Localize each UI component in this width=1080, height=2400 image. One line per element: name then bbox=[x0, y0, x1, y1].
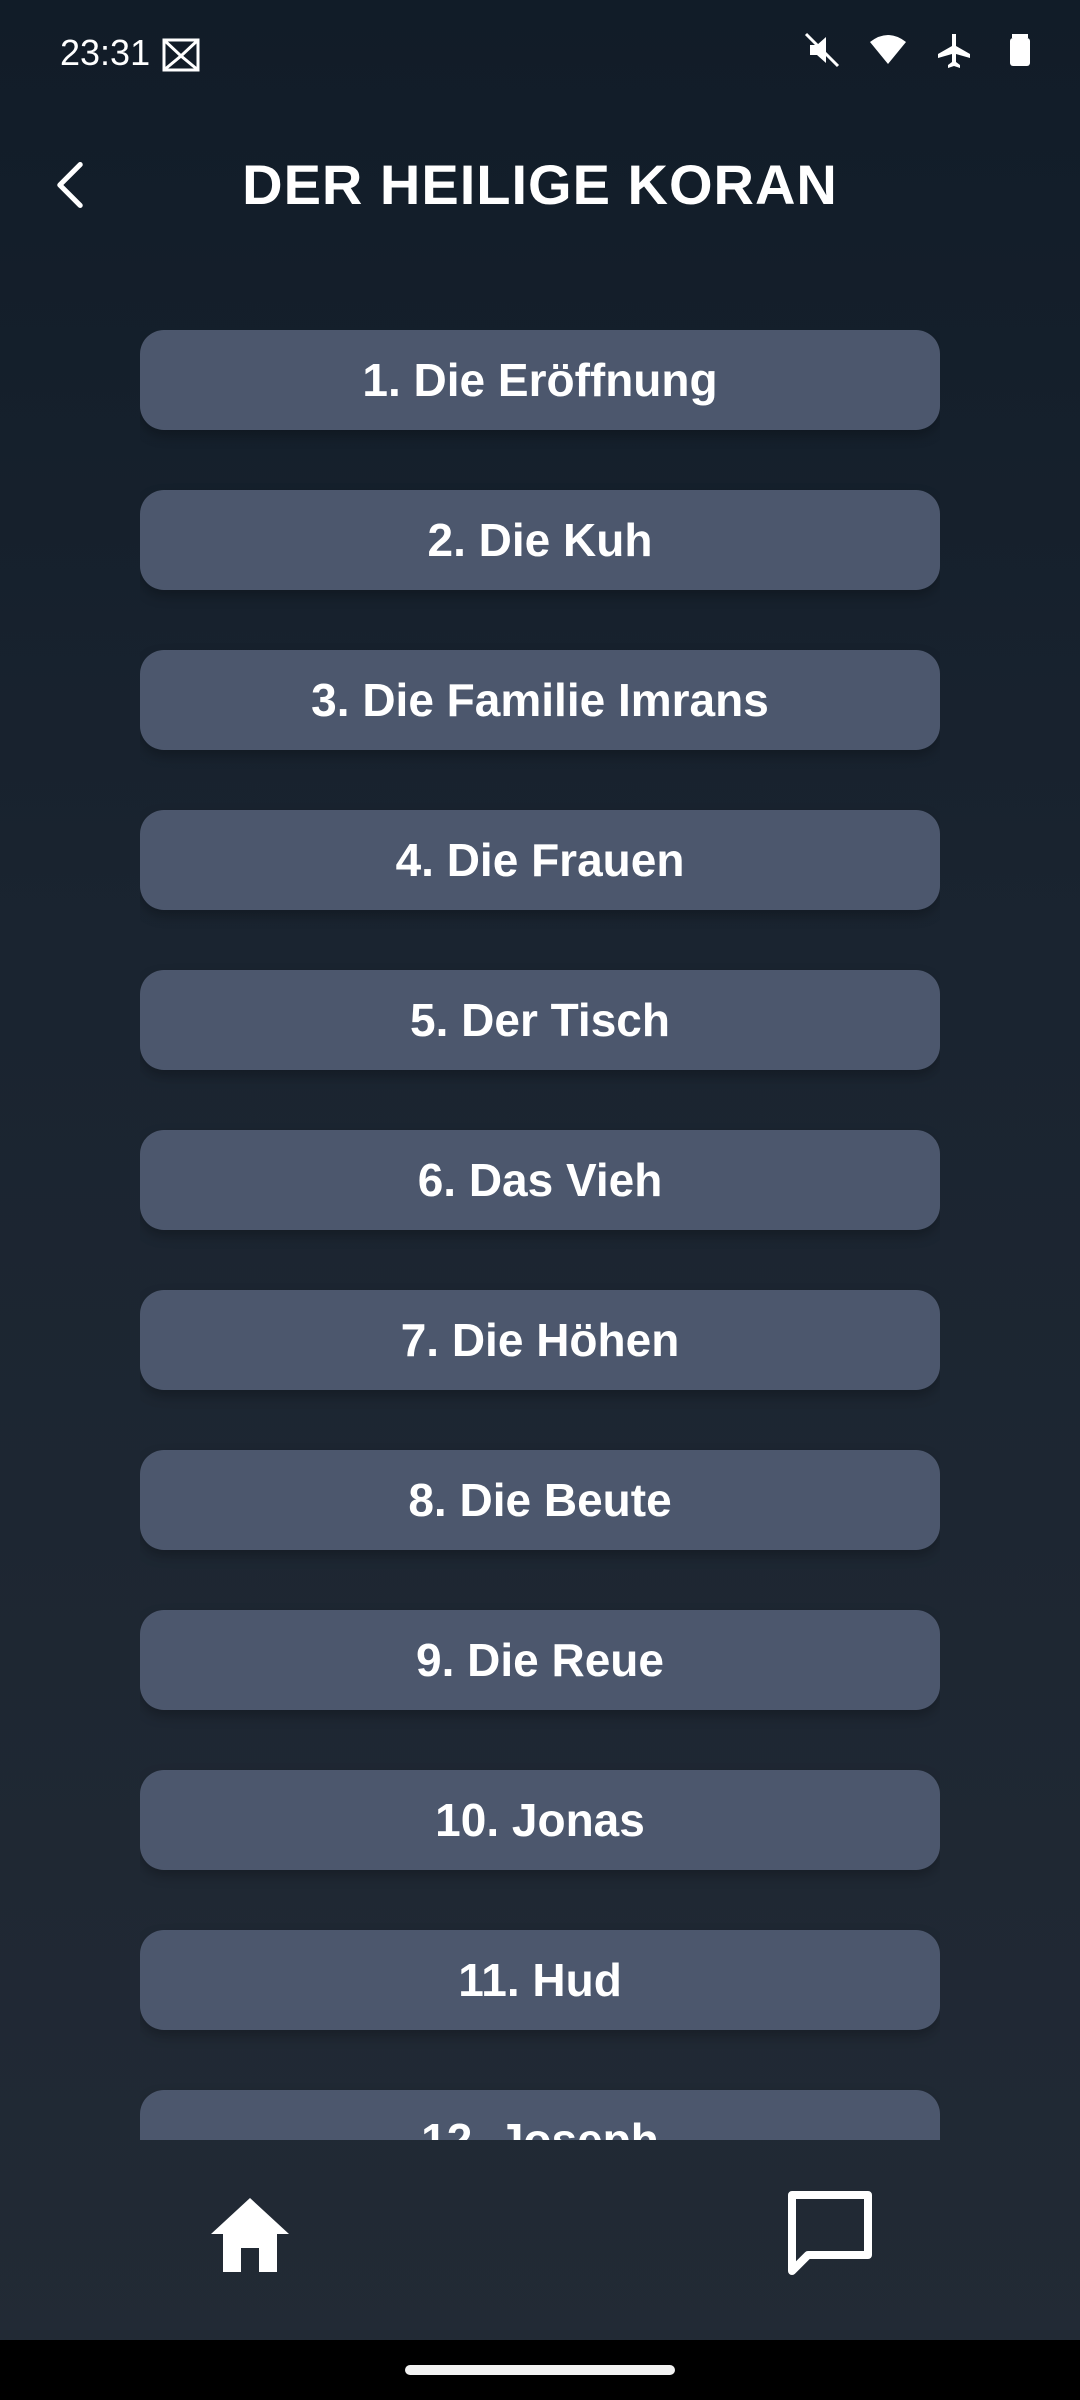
chat-button[interactable] bbox=[780, 2185, 880, 2285]
chat-icon bbox=[788, 2191, 872, 2275]
sura-button-2[interactable]: 2. Die Kuh bbox=[140, 490, 940, 590]
home-icon bbox=[211, 2198, 289, 2272]
gesture-bar bbox=[0, 2340, 1080, 2400]
status-time: 23:31 bbox=[60, 32, 151, 73]
sura-button-6[interactable]: 6. Das Vieh bbox=[140, 1130, 940, 1230]
sura-button-5[interactable]: 5. Der Tisch bbox=[140, 970, 940, 1070]
airplane-icon bbox=[934, 30, 974, 75]
gesture-handle[interactable] bbox=[405, 2365, 675, 2375]
home-button[interactable] bbox=[205, 2190, 295, 2280]
bottom-navigation bbox=[0, 2140, 1080, 2340]
status-bar: 23:31 bbox=[0, 0, 1080, 110]
sura-button-7[interactable]: 7. Die Höhen bbox=[140, 1290, 940, 1390]
wifi-icon bbox=[868, 30, 908, 75]
sura-button-3[interactable]: 3. Die Familie Imrans bbox=[140, 650, 940, 750]
sura-button-12[interactable]: 12. Joseph bbox=[140, 2090, 940, 2140]
sura-button-1[interactable]: 1. Die Eröffnung bbox=[140, 330, 940, 430]
battery-icon bbox=[1000, 30, 1040, 75]
sura-list[interactable]: 1. Die Eröffnung 2. Die Kuh 3. Die Famil… bbox=[140, 330, 940, 2140]
sura-button-10[interactable]: 10. Jonas bbox=[140, 1770, 940, 1870]
sura-button-8[interactable]: 8. Die Beute bbox=[140, 1450, 940, 1550]
sura-button-11[interactable]: 11. Hud bbox=[140, 1930, 940, 2030]
mute-icon bbox=[802, 30, 842, 75]
page-title: DER HEILIGE KORAN bbox=[242, 153, 838, 216]
sim-card-icon bbox=[160, 34, 202, 76]
sura-button-4[interactable]: 4. Die Frauen bbox=[140, 810, 940, 910]
app-header: DER HEILIGE KORAN bbox=[0, 130, 1080, 240]
sura-button-9[interactable]: 9. Die Reue bbox=[140, 1610, 940, 1710]
